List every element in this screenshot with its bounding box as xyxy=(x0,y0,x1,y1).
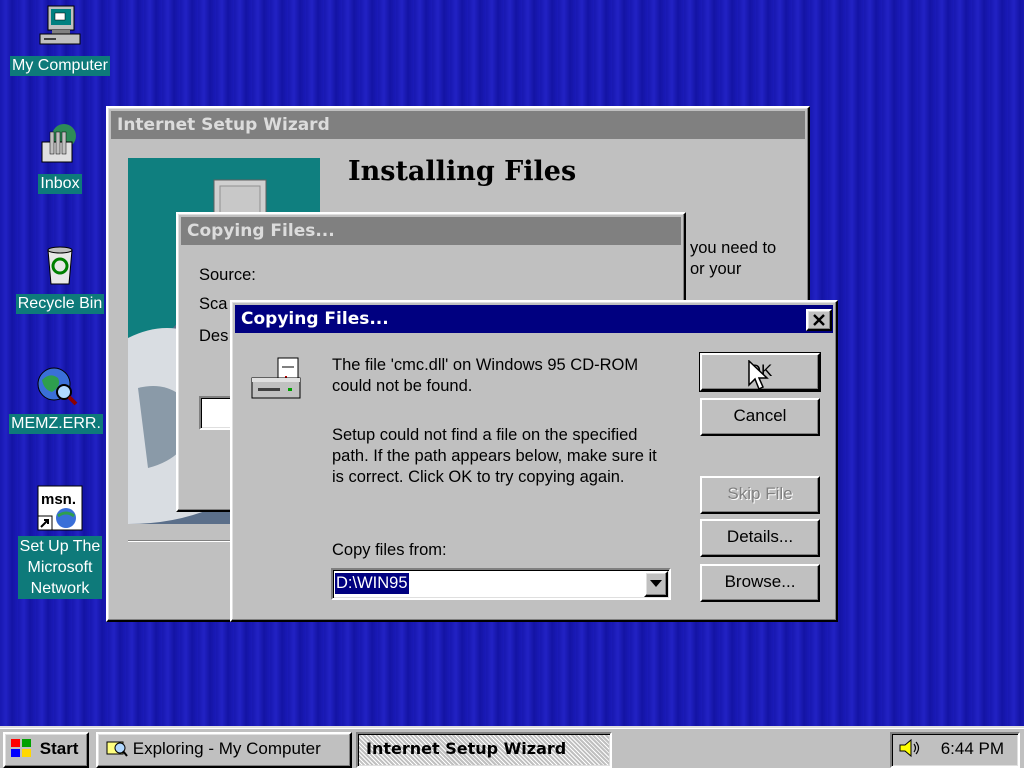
cancel-button[interactable]: Cancel xyxy=(700,398,820,436)
label-line: Network xyxy=(30,580,90,597)
window-titlebar[interactable]: Internet Setup Wizard xyxy=(111,111,805,139)
recycle-bin-icon xyxy=(36,242,84,290)
message-line: The file 'cmc.dll' on Windows 95 CD-ROM xyxy=(332,356,639,374)
detail-line: Setup could not find a file on the speci… xyxy=(332,426,638,444)
task-label: Exploring - My Computer xyxy=(132,739,321,758)
dropdown-button[interactable] xyxy=(644,571,668,597)
copy-from-combobox[interactable]: D:\WIN95 xyxy=(331,568,671,600)
wizard-heading: Installing Files xyxy=(348,156,577,187)
desktop-icon-label: Recycle Bin xyxy=(15,294,105,314)
error-message: The file 'cmc.dll' on Windows 95 CD-ROM … xyxy=(332,355,638,397)
source-label: Source: xyxy=(199,266,256,284)
window-titlebar[interactable]: Copying Files... xyxy=(181,217,681,245)
speaker-icon[interactable] xyxy=(898,737,922,759)
desktop-icon-my-computer[interactable]: My Computer xyxy=(8,4,112,76)
explorer-icon xyxy=(106,741,128,757)
desktop-icon-inbox[interactable]: Inbox xyxy=(8,122,112,194)
label-line: Microsoft xyxy=(27,559,93,576)
msn-logo-text: msn. xyxy=(41,491,76,508)
desktop-icon-msn-setup[interactable]: msn. Set Up The Microsoft Network xyxy=(8,484,112,599)
close-icon xyxy=(813,314,825,326)
taskbar-button-exploring[interactable]: Exploring - My Computer xyxy=(96,732,352,768)
msn-shortcut-icon: msn. xyxy=(36,484,84,532)
desktop-icon-label: MEMZ.ERR. xyxy=(9,414,103,434)
label-line: Set Up The xyxy=(19,538,101,555)
system-tray: 6:44 PM xyxy=(890,732,1020,768)
chevron-down-icon xyxy=(650,580,662,587)
start-label: Start xyxy=(39,739,79,758)
desktop-icon-label: My Computer xyxy=(9,56,111,76)
globe-search-icon xyxy=(32,362,80,410)
wizard-text-line: or your xyxy=(690,260,742,278)
scanning-label: Sca xyxy=(199,295,228,313)
disk-drive-icon xyxy=(250,354,304,405)
start-button[interactable]: Start xyxy=(3,732,89,768)
details-button[interactable]: Details... xyxy=(700,519,820,557)
desktop-icon-label: Inbox xyxy=(38,174,82,194)
taskbar-button-internet-setup-wizard[interactable]: Internet Setup Wizard xyxy=(356,732,612,768)
browse-button[interactable]: Browse... xyxy=(700,564,820,602)
skip-file-button[interactable]: Skip File xyxy=(700,476,820,514)
destination-label: Des xyxy=(199,327,229,345)
wizard-body-text: you need to or your xyxy=(690,238,776,280)
detail-line: is correct. Click OK to try copying agai… xyxy=(332,468,625,486)
mouse-cursor xyxy=(748,359,770,397)
message-line: could not be found. xyxy=(332,377,473,395)
task-label: Internet Setup Wizard xyxy=(366,739,567,758)
windows-logo-icon xyxy=(11,738,31,757)
copy-from-label: Copy files from: xyxy=(332,541,447,559)
close-button[interactable] xyxy=(806,309,832,331)
copying-files-error-dialog: Copying Files... The file 'cmc.dll' on W… xyxy=(230,300,838,622)
taskbar: Start Exploring - My Computer Internet S… xyxy=(0,726,1024,768)
computer-icon xyxy=(36,4,84,52)
desktop-icon-recycle-bin[interactable]: Recycle Bin xyxy=(8,242,112,314)
detail-line: path. If the path appears below, make su… xyxy=(332,447,657,465)
desktop-icon-memz[interactable]: MEMZ.ERR. xyxy=(4,362,108,434)
clock[interactable]: 6:44 PM xyxy=(941,734,1004,764)
window-titlebar[interactable]: Copying Files... xyxy=(235,305,833,333)
copy-from-input[interactable]: D:\WIN95 xyxy=(335,573,409,594)
desktop-icon-label: Set Up The Microsoft Network xyxy=(17,536,103,599)
wizard-text-line: you need to xyxy=(690,239,777,257)
error-detail: Setup could not find a file on the speci… xyxy=(332,425,657,488)
inbox-icon xyxy=(36,122,84,170)
